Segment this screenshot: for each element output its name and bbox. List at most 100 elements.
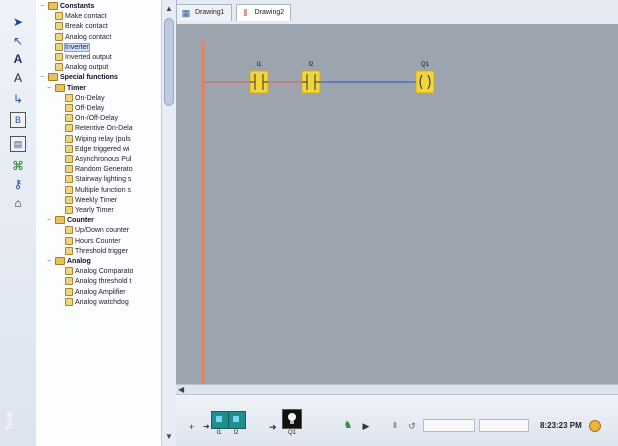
library-item[interactable]: Analog contact: [47, 32, 112, 42]
library-item-label: On-/Off-Delay: [75, 115, 119, 123]
library-item[interactable]: Yearly Timer: [57, 206, 114, 215]
tree-toggle-icon[interactable]: −: [40, 2, 46, 11]
library-item[interactable]: − Analog: [47, 257, 91, 266]
reset-icon[interactable]: ↺: [406, 420, 418, 432]
connector-icon[interactable]: ↳: [10, 91, 26, 107]
library-item[interactable]: On-/Off-Delay: [57, 114, 118, 123]
library-item-label: Analog watchdog: [75, 298, 129, 306]
block-icon: [65, 124, 73, 133]
app-window: ➤ ↖ A A ↳ B ▤ ⌘ ⚷ ⌂ Tools − Constants Make…: [0, 0, 618, 446]
block-icon: [65, 226, 73, 235]
library-item[interactable]: − Constants: [40, 2, 94, 11]
block-icon: [55, 22, 63, 31]
library-item[interactable]: Off-Delay: [57, 104, 104, 113]
input-i1-button[interactable]: [211, 411, 229, 429]
library-item[interactable]: Break contact: [47, 22, 108, 31]
tree-toggle-icon[interactable]: −: [47, 216, 53, 225]
ladder-diagram: I1 I2 Q1: [176, 24, 618, 384]
folder-icon: [48, 2, 58, 10]
library-item[interactable]: Multiple function s: [57, 185, 132, 195]
folder-icon: [55, 216, 65, 225]
library-item[interactable]: Random Generato: [57, 165, 133, 174]
drawing-canvas[interactable]: I1 I2 Q1: [176, 24, 618, 384]
library-item[interactable]: Edge triggered wi: [57, 144, 129, 154]
library-item[interactable]: Inverter: [47, 42, 90, 52]
lamp-output-button[interactable]: [282, 409, 302, 429]
contact-i2[interactable]: [301, 70, 321, 94]
library-item[interactable]: Retentive On-Dela: [57, 124, 133, 133]
folder-icon: [55, 83, 65, 92]
simulate-person-icon[interactable]: ♞: [342, 420, 354, 432]
key-icon[interactable]: ⚷: [10, 176, 26, 192]
coil-q1[interactable]: [415, 70, 435, 94]
arrow-icon[interactable]: ➤: [10, 14, 26, 30]
library-item[interactable]: Stairway lighting s: [57, 175, 131, 184]
library-item[interactable]: Analog threshold t: [57, 277, 131, 286]
library-item[interactable]: Make contact: [47, 12, 107, 21]
library-item-label: Analog output: [65, 64, 109, 72]
library-item-label: Wiping relay (puls: [75, 135, 131, 143]
scroll-left-icon[interactable]: ◀: [178, 385, 184, 394]
library-item[interactable]: Analog watchdog: [57, 297, 129, 307]
library-item[interactable]: Wiping relay (puls: [57, 134, 131, 144]
tree-toggle-icon[interactable]: −: [47, 257, 53, 266]
block-icon: [65, 93, 73, 102]
library-item-label: Make contact: [65, 13, 107, 21]
scroll-up-icon[interactable]: ▲: [164, 4, 174, 14]
scroll-thumb[interactable]: [164, 18, 174, 106]
library-item[interactable]: − Special functions: [40, 73, 118, 82]
letter-a-icon[interactable]: A: [10, 51, 26, 67]
library-scrollbar[interactable]: ▲ ▼: [161, 0, 176, 446]
library-item[interactable]: − Counter: [47, 216, 94, 225]
network-icon[interactable]: ⌘: [10, 158, 26, 174]
input-label-i1: I1: [216, 430, 222, 436]
arrow-right-icon[interactable]: ➜: [203, 422, 210, 431]
library-item[interactable]: − Timer: [47, 83, 86, 93]
block-icon: [65, 134, 73, 143]
input-i2-button[interactable]: [228, 411, 246, 429]
sim-input-field-1[interactable]: [423, 419, 475, 432]
library-item-label: Random Generato: [75, 166, 133, 174]
contact-i1[interactable]: [249, 70, 269, 94]
library-item[interactable]: Analog output: [47, 63, 108, 72]
tab-drawing2[interactable]: ⫴ Drawing2: [235, 4, 292, 21]
library-item-label: Weekly Timer: [75, 196, 118, 204]
tab-label: Drawing1: [195, 9, 225, 16]
library-item-label: On-Delay: [75, 94, 105, 102]
left-toolbar: ➤ ↖ A A ↳ B ▤ ⌘ ⚷ ⌂ Tools: [0, 0, 37, 446]
block-icon: [65, 165, 73, 174]
tree-toggle-icon[interactable]: −: [40, 73, 46, 82]
library-item-label: Constants: [60, 3, 95, 10]
library-item-label: Timer: [67, 84, 86, 92]
terminal-icon[interactable]: ▤: [10, 136, 26, 152]
arrow-right-icon[interactable]: ➜: [269, 422, 277, 433]
library-item-label: Retentive On-Dela: [75, 125, 133, 133]
library-item[interactable]: Up/Down counter: [57, 226, 129, 235]
library-item[interactable]: Hours Counter: [57, 236, 121, 246]
block-icon: [65, 175, 73, 184]
sim-input-field-2[interactable]: [479, 419, 529, 432]
pause-icon[interactable]: Ⅱ: [389, 420, 401, 432]
tree-toggle-icon[interactable]: −: [47, 84, 53, 93]
library-item[interactable]: Analog Comparato: [57, 267, 133, 276]
library-item-label: Multiple function s: [75, 186, 132, 194]
library-item[interactable]: Threshold trigger: [57, 246, 128, 256]
letter-a-arrow-icon[interactable]: A: [10, 70, 26, 86]
block-icon[interactable]: B: [10, 112, 26, 128]
side-label: Tools: [5, 411, 14, 430]
library-item-label: Analog Amplifier: [75, 288, 126, 296]
tab-label: Drawing2: [254, 9, 285, 16]
block-icon: [65, 104, 73, 112]
library-item-label: Analog contact: [65, 33, 112, 41]
library-item[interactable]: Analog Amplifier: [57, 287, 126, 297]
tab-drawing1[interactable]: ▦ Drawing1: [176, 4, 232, 21]
library-item[interactable]: On-Delay: [57, 93, 105, 103]
play-icon[interactable]: ▶: [360, 420, 372, 432]
graph-icon[interactable]: ⌂: [10, 195, 26, 211]
library-item[interactable]: Inverted output: [47, 53, 112, 62]
scroll-down-icon[interactable]: ▼: [164, 432, 174, 442]
plus-icon[interactable]: +: [189, 422, 194, 432]
library-item[interactable]: Weekly Timer: [57, 195, 118, 205]
library-item[interactable]: Asynchronous Pul: [57, 155, 131, 164]
select-icon[interactable]: ↖: [10, 33, 26, 49]
